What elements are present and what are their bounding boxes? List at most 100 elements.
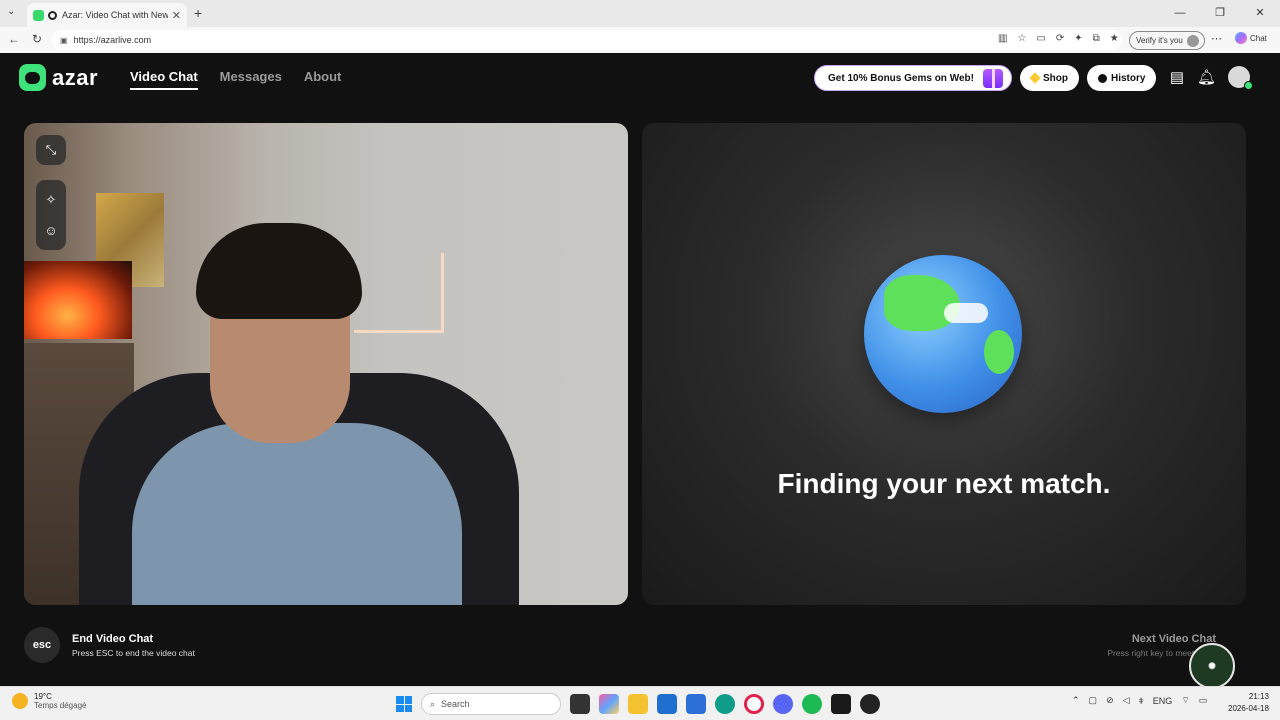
task-view-icon[interactable]: [570, 694, 590, 714]
browser-tab-azar[interactable]: Azar: Video Chat with New Pe ✕: [27, 3, 187, 27]
maximize-icon[interactable]: ❐: [1200, 0, 1240, 27]
moon-weather-icon: [12, 693, 28, 709]
window-controls: — ❐ ✕: [1160, 0, 1280, 27]
nav-video-chat[interactable]: Video Chat: [130, 69, 198, 90]
search-icon: ⌕: [430, 698, 436, 709]
language-indicator[interactable]: ENG: [1153, 696, 1173, 706]
camera-icon[interactable]: ▭: [1036, 33, 1045, 44]
sync-icon[interactable]: ⟳: [1056, 33, 1064, 44]
copilot-button[interactable]: Chat: [1235, 32, 1267, 44]
channel-watermark-logo: ✺: [1189, 643, 1235, 689]
nav-about[interactable]: About: [304, 69, 342, 90]
copilot-icon: [1235, 32, 1247, 44]
edge-browser-icon[interactable]: [715, 694, 735, 714]
tray-overflow-chevron-icon[interactable]: ⌃: [1072, 695, 1080, 706]
tray-app-icon[interactable]: ▢: [1089, 695, 1098, 706]
bonus-gems-banner[interactable]: Get 10% Bonus Gems on Web!: [814, 65, 1012, 91]
user-avatar[interactable]: [1228, 66, 1253, 90]
globe-icon: [864, 255, 1022, 413]
history-label: History: [1111, 72, 1146, 84]
refresh-icon[interactable]: ↻: [32, 32, 42, 46]
inbox-icon[interactable]: ▤: [1168, 69, 1186, 87]
recorder-app-icon[interactable]: [860, 694, 880, 714]
online-badge: [1244, 81, 1253, 90]
speaker-icon[interactable]: ◁: [1123, 695, 1130, 706]
copilot-label: Chat: [1250, 33, 1267, 43]
shop-button[interactable]: Shop: [1020, 65, 1079, 91]
background-neon-light: [354, 253, 444, 333]
search-placeholder: Search: [441, 699, 470, 709]
magic-wand-icon[interactable]: ✧: [36, 184, 66, 215]
next-chat-title: Next Video Chat: [1131, 633, 1216, 645]
tab-title: Azar: Video Chat with New Pe: [62, 10, 168, 20]
esc-key-button[interactable]: esc: [24, 627, 60, 663]
extensions-icon[interactable]: ✦: [1074, 33, 1082, 44]
profile-verify-button[interactable]: Verify it's you: [1129, 31, 1205, 50]
clock-icon: [1098, 73, 1107, 83]
address-bar[interactable]: ▣ https://azarlive.com: [52, 30, 1122, 50]
split-screen-icon[interactable]: ▥: [998, 33, 1007, 44]
widgets-app-icon[interactable]: [599, 694, 619, 714]
azar-logo[interactable]: azar: [19, 64, 98, 91]
promo-label: Get 10% Bonus Gems on Web!: [828, 72, 974, 84]
more-menu-icon[interactable]: ⋯: [1211, 32, 1222, 45]
tab-list-chevron-icon[interactable]: ⌄: [7, 6, 15, 17]
notification-bell-icon[interactable]: 🔔︎: [1197, 69, 1216, 87]
finding-match-text: Finding your next match.: [777, 468, 1111, 499]
azar-logo-icon: [19, 64, 46, 91]
store-app-icon[interactable]: [657, 694, 677, 714]
gem-icon: [1029, 72, 1041, 84]
minimize-video-icon[interactable]: ⤡: [36, 135, 66, 165]
system-clock[interactable]: 21:13 2026-04-18: [1228, 691, 1269, 715]
address-bar-actions: ▥ ☆ ▭ ⟳ ✦ ⧉ ★: [998, 33, 1119, 44]
terminal-app-icon[interactable]: [831, 694, 851, 714]
browser-chrome: ⌄ Azar: Video Chat with New Pe ✕ + — ❐ ✕…: [0, 0, 1280, 53]
logo-text: azar: [52, 64, 99, 90]
start-windows-icon[interactable]: [396, 696, 412, 712]
close-window-icon[interactable]: ✕: [1240, 0, 1280, 27]
system-tray: ⌃ ▢ ⊘ ◁ ǂ ENG ⌔ ▭: [1072, 695, 1207, 706]
profile-avatar-icon: [1186, 34, 1199, 47]
tab-strip: ⌄ Azar: Video Chat with New Pe ✕ + — ❐ ✕: [0, 0, 1280, 27]
match-video-panel: Finding your next match.: [642, 123, 1246, 605]
back-icon[interactable]: ←: [8, 32, 20, 46]
clock-date: 2026-04-18: [1228, 704, 1269, 713]
clock-time: 21:13: [1248, 692, 1269, 701]
effects-toolbar: ✧ ☺: [36, 180, 66, 250]
end-chat-title: End Video Chat: [72, 632, 154, 645]
azar-favicon-icon: [33, 9, 44, 21]
favorites-bar-icon[interactable]: ★: [1110, 33, 1119, 44]
url-text: https://azarlive.com: [73, 35, 152, 45]
opera-browser-icon[interactable]: [744, 694, 764, 714]
favorite-star-icon[interactable]: ☆: [1017, 33, 1026, 44]
outlook-app-icon[interactable]: [686, 694, 706, 714]
nav-messages[interactable]: Messages: [220, 69, 282, 90]
minimize-icon[interactable]: —: [1160, 0, 1200, 27]
close-tab-icon[interactable]: ✕: [172, 9, 181, 22]
address-row: ← ↻ ▣ https://azarlive.com ▥ ☆ ▭ ⟳ ✦ ⧉ ★…: [0, 27, 1280, 53]
file-explorer-icon[interactable]: [628, 694, 648, 714]
windows-taskbar: 19°C Temps dégagé ⌕ Search ⌃ ▢ ⊘ ◁ ǂ ENG…: [0, 686, 1280, 720]
face-filter-icon[interactable]: ☺: [36, 215, 66, 246]
end-chat-control[interactable]: esc End Video Chat Press ESC to end the …: [24, 627, 195, 663]
weather-widget[interactable]: 19°C Temps dégagé: [12, 692, 86, 710]
microphone-icon[interactable]: ǂ: [1139, 696, 1144, 706]
spotify-app-icon[interactable]: [802, 694, 822, 714]
azar-page: azar Video Chat Messages About Get 10% B…: [0, 53, 1280, 689]
discord-app-icon[interactable]: [773, 694, 793, 714]
background-fireplace-screen: [24, 261, 132, 339]
shop-label: Shop: [1043, 72, 1068, 84]
new-tab-button[interactable]: +: [194, 5, 202, 21]
main-nav: Video Chat Messages About: [130, 69, 341, 90]
collections-icon[interactable]: ⧉: [1093, 33, 1100, 44]
user-hair: [196, 223, 362, 319]
taskbar-search[interactable]: ⌕ Search: [421, 693, 561, 715]
wifi-icon[interactable]: ⌔: [1181, 695, 1189, 706]
battery-icon[interactable]: ▭: [1199, 695, 1208, 706]
history-button[interactable]: History: [1087, 65, 1157, 91]
user-torso: [132, 423, 462, 605]
video-tools: ⤡ ✧ ☺: [36, 135, 66, 250]
taskbar-apps: ⌕ Search: [396, 693, 880, 715]
site-info-icon[interactable]: ▣: [60, 36, 68, 45]
network-icon[interactable]: ⊘: [1106, 695, 1114, 706]
